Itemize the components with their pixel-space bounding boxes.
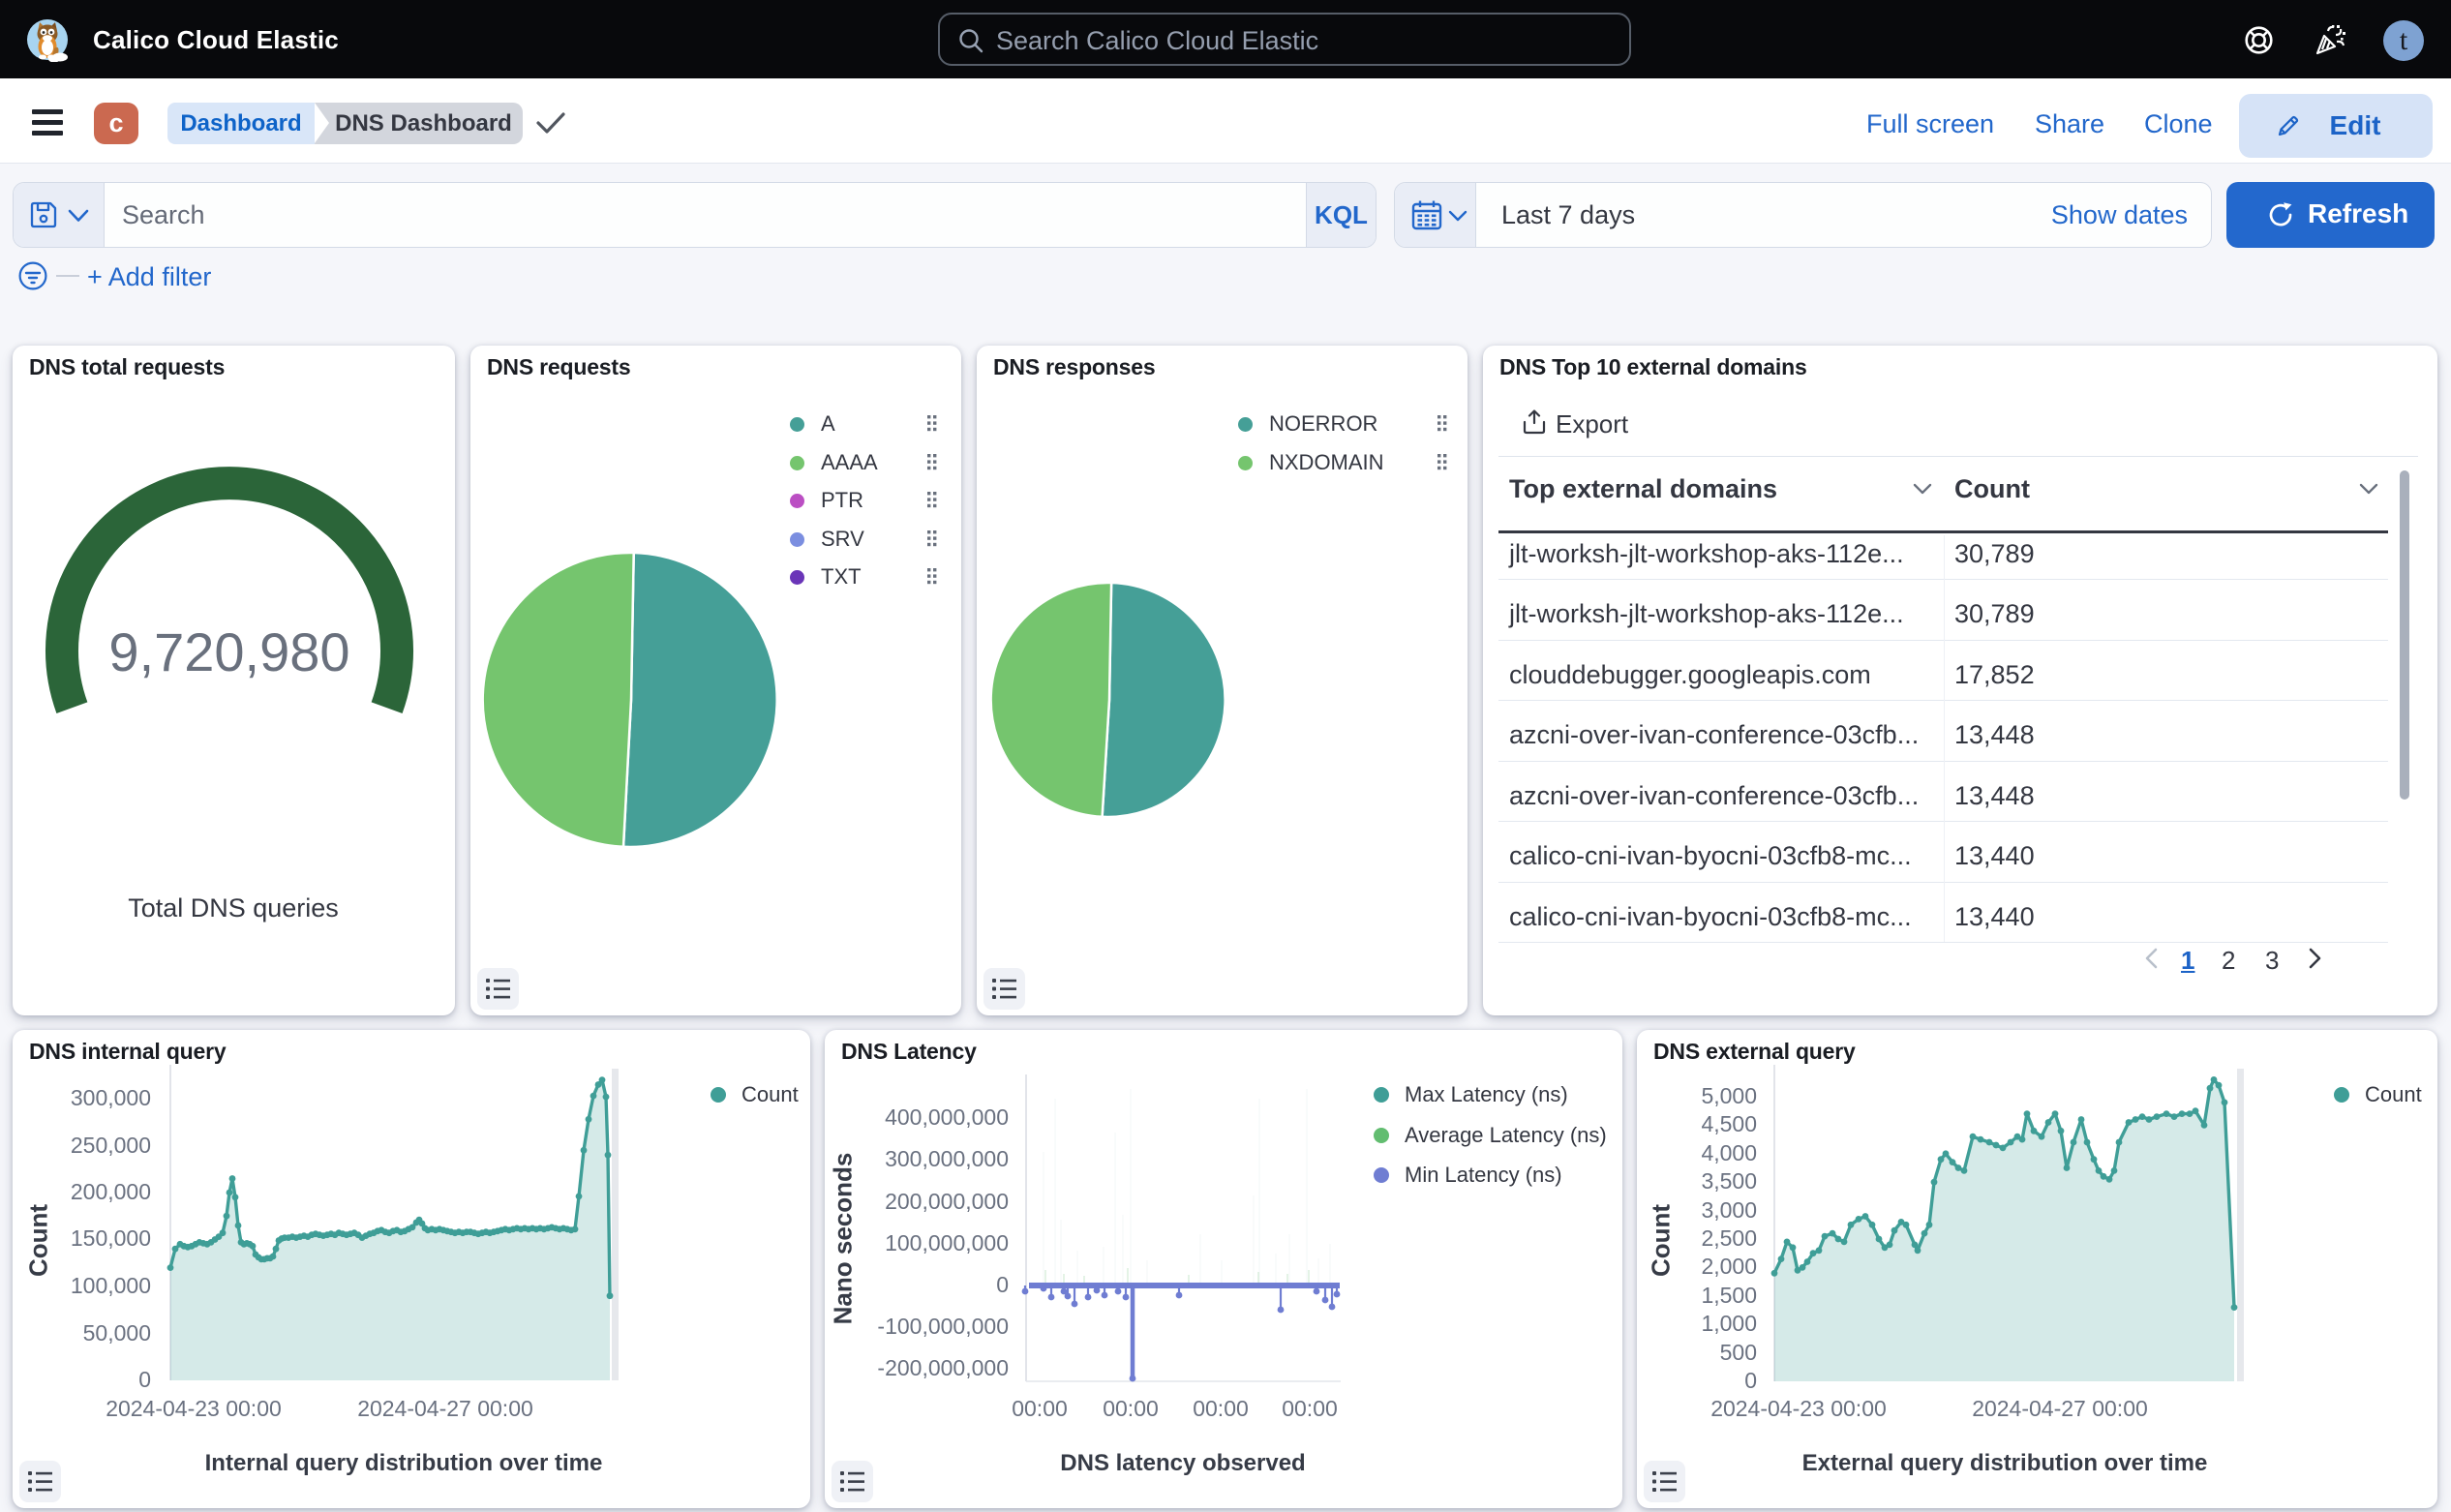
svg-text:9,720,980: 9,720,980 [108,621,349,682]
svg-text:Total DNS queries: Total DNS queries [128,893,339,922]
